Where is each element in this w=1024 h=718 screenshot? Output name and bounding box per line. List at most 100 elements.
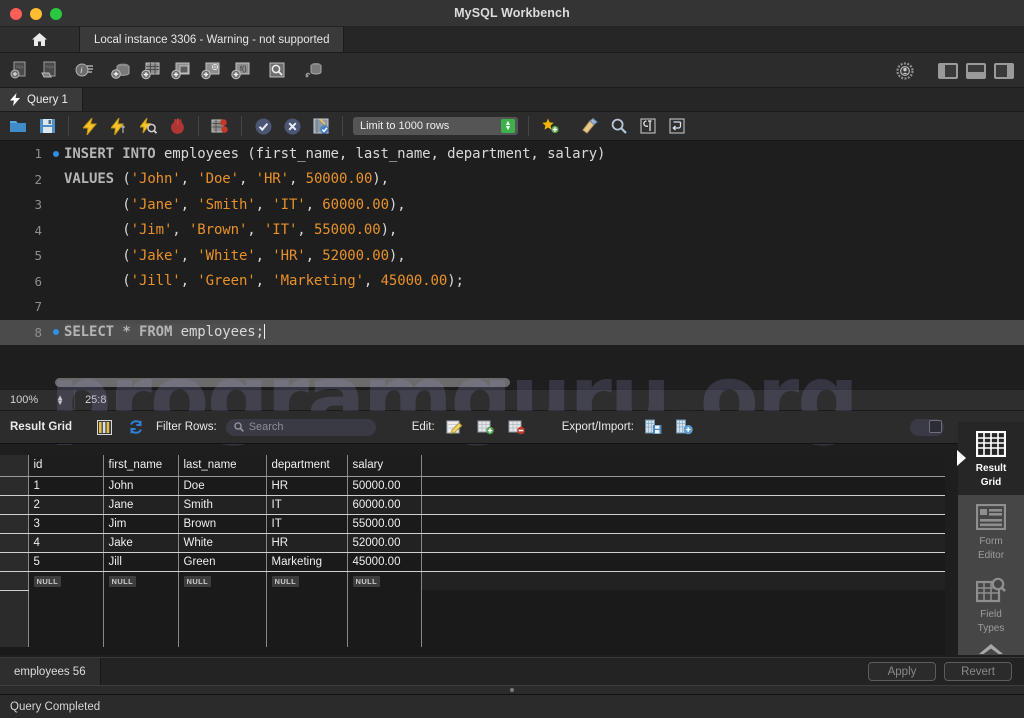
refresh-icon[interactable] bbox=[125, 416, 147, 438]
new-function-icon[interactable]: f() bbox=[230, 59, 252, 81]
new-view-icon[interactable] bbox=[170, 59, 192, 81]
table-cell-empty[interactable] bbox=[266, 628, 348, 647]
wrap-cell-content-toggle[interactable] bbox=[910, 418, 944, 436]
code-line[interactable]: 1 INSERT INTO employees (first_name, last… bbox=[0, 141, 1024, 167]
table-cell[interactable]: 55000.00 bbox=[347, 514, 422, 534]
search-data-icon[interactable] bbox=[266, 59, 288, 81]
toggle-output-icon[interactable] bbox=[966, 62, 986, 79]
beautify-icon[interactable] bbox=[539, 115, 561, 137]
sidebar-item-result-grid[interactable]: Result Grid bbox=[957, 422, 1024, 495]
table-cell[interactable]: NULL bbox=[103, 571, 179, 590]
result-tab-employees[interactable]: employees 56 bbox=[0, 658, 101, 685]
table-cell[interactable]: Marketing bbox=[266, 552, 348, 572]
table-row[interactable]: 4 Jake White HR 52000.00 bbox=[0, 533, 945, 553]
table-cell[interactable]: IT bbox=[266, 495, 348, 515]
new-sql-file-icon[interactable]: SQL bbox=[8, 59, 30, 81]
code-line[interactable]: 6 ('Jill', 'Green', 'Marketing', 45000.0… bbox=[0, 269, 1024, 295]
column-header-first_name[interactable]: first_name bbox=[103, 455, 179, 477]
table-cell[interactable]: Jim bbox=[103, 514, 179, 534]
table-cell[interactable]: NULL bbox=[266, 571, 348, 590]
table-cell[interactable]: Jill bbox=[103, 552, 179, 572]
row-selector[interactable] bbox=[0, 552, 29, 572]
table-cell[interactable]: 4 bbox=[28, 533, 104, 553]
table-cell-empty[interactable] bbox=[28, 590, 104, 609]
table-row[interactable]: 1 John Doe HR 50000.00 bbox=[0, 476, 945, 496]
inspector-icon[interactable]: i bbox=[74, 59, 96, 81]
new-schema-icon[interactable] bbox=[110, 59, 132, 81]
table-cell[interactable]: NULL bbox=[28, 571, 104, 590]
table-cell[interactable]: 50000.00 bbox=[347, 476, 422, 496]
table-cell-empty[interactable] bbox=[421, 628, 945, 647]
table-cell[interactable]: Green bbox=[178, 552, 267, 572]
maximize-button[interactable] bbox=[50, 8, 62, 20]
column-header-salary[interactable]: salary bbox=[347, 455, 422, 477]
table-cell-empty[interactable] bbox=[103, 628, 179, 647]
commit-icon[interactable] bbox=[252, 115, 274, 137]
close-button[interactable] bbox=[10, 8, 22, 20]
stop-icon[interactable] bbox=[166, 115, 188, 137]
new-procedure-icon[interactable] bbox=[200, 59, 222, 81]
table-cell[interactable]: 52000.00 bbox=[347, 533, 422, 553]
toggle-secondary-sidebar-icon[interactable] bbox=[994, 62, 1014, 79]
wrap-lines-icon[interactable] bbox=[666, 115, 688, 137]
find-icon[interactable] bbox=[608, 115, 630, 137]
table-cell-empty[interactable] bbox=[28, 609, 104, 628]
code-line[interactable]: 4 ('Jim', 'Brown', 'IT', 55000.00), bbox=[0, 218, 1024, 244]
table-cell-empty[interactable] bbox=[28, 628, 104, 647]
table-row-empty[interactable] bbox=[0, 628, 945, 647]
code-line[interactable]: 7 bbox=[0, 294, 1024, 320]
row-selector[interactable] bbox=[0, 533, 29, 553]
table-cell[interactable]: 5 bbox=[28, 552, 104, 572]
table-cell-empty[interactable] bbox=[103, 590, 179, 609]
formatting-icon[interactable] bbox=[637, 115, 659, 137]
insert-row-icon[interactable] bbox=[475, 416, 497, 438]
table-cell[interactable]: 2 bbox=[28, 495, 104, 515]
reconnect-dbms-icon[interactable] bbox=[302, 59, 324, 81]
table-cell[interactable]: IT bbox=[266, 514, 348, 534]
table-cell[interactable]: John bbox=[103, 476, 179, 496]
execute-current-icon[interactable] bbox=[108, 115, 130, 137]
import-recordset-icon[interactable] bbox=[674, 416, 696, 438]
table-row-empty[interactable] bbox=[0, 609, 945, 628]
edit-row-icon[interactable] bbox=[444, 416, 466, 438]
table-cell-empty[interactable] bbox=[0, 590, 29, 609]
table-cell-empty[interactable] bbox=[421, 590, 945, 609]
editor-hscrollbar-thumb[interactable] bbox=[55, 378, 510, 387]
table-row[interactable]: 3 Jim Brown IT 55000.00 bbox=[0, 514, 945, 534]
editor-hscrollbar-track[interactable] bbox=[0, 376, 1024, 389]
code-line[interactable]: 8 SELECT * FROM employees; bbox=[0, 319, 1024, 345]
row-header-corner[interactable] bbox=[0, 455, 29, 477]
table-cell[interactable]: HR bbox=[266, 533, 348, 553]
admin-gear-icon[interactable] bbox=[894, 60, 916, 82]
column-header-last_name[interactable]: last_name bbox=[178, 455, 267, 477]
toggle-breakpoint-icon[interactable] bbox=[209, 115, 231, 137]
table-cell[interactable]: 3 bbox=[28, 514, 104, 534]
new-table-icon[interactable] bbox=[140, 59, 162, 81]
table-cell[interactable]: 60000.00 bbox=[347, 495, 422, 515]
rollback-icon[interactable] bbox=[281, 115, 303, 137]
table-cell-empty[interactable] bbox=[178, 590, 267, 609]
table-cell-empty[interactable] bbox=[103, 609, 179, 628]
zoom-stepper-icon[interactable]: ▲ ▼ bbox=[56, 394, 64, 407]
table-row[interactable]: NULL NULL NULL NULL NULL bbox=[0, 571, 945, 591]
result-grid[interactable]: id first_name last_name department salary 1 Jo… bbox=[0, 455, 945, 655]
search-input[interactable]: Search bbox=[225, 418, 376, 436]
table-cell[interactable]: Doe bbox=[178, 476, 267, 496]
row-selector[interactable] bbox=[0, 495, 29, 515]
table-cell[interactable]: 1 bbox=[28, 476, 104, 496]
revert-button[interactable]: Revert bbox=[944, 662, 1012, 681]
table-cell[interactable]: White bbox=[178, 533, 267, 553]
breakpoint-marker[interactable] bbox=[48, 150, 64, 157]
output-splitter[interactable] bbox=[0, 685, 1024, 695]
table-cell-empty[interactable] bbox=[347, 609, 422, 628]
table-row[interactable]: 2 Jane Smith IT 60000.00 bbox=[0, 495, 945, 515]
table-cell-empty[interactable] bbox=[347, 590, 422, 609]
row-selector[interactable] bbox=[0, 571, 29, 591]
explain-icon[interactable] bbox=[137, 115, 159, 137]
table-cell-empty[interactable] bbox=[266, 609, 348, 628]
limit-rows-select[interactable]: Limit to 1000 rows ▲ ▼ bbox=[353, 117, 518, 135]
clear-context-icon[interactable] bbox=[579, 115, 601, 137]
editor-zoom-control[interactable]: 100% ▲ ▼ bbox=[0, 390, 76, 410]
open-sql-file-icon[interactable]: SQL bbox=[38, 59, 60, 81]
table-row[interactable]: 5 Jill Green Marketing 45000.00 bbox=[0, 552, 945, 572]
